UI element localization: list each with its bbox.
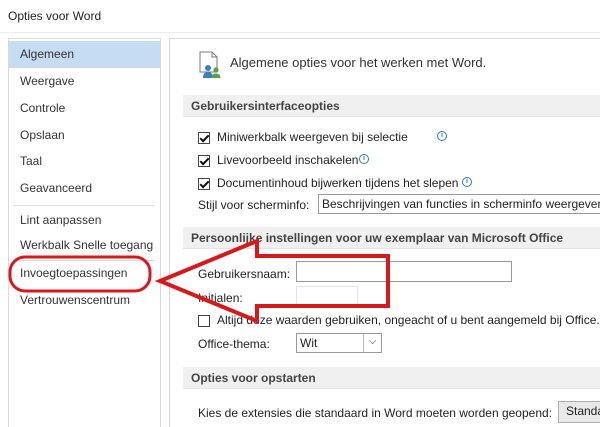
chevron-down-icon: ⌵ (363, 334, 381, 352)
sidebar-item-werkbalk-snelle-toegang[interactable]: Werkbalk Snelle toegang (9, 232, 160, 259)
section-header-personal: Persoonlijke instellingen voor uw exempl… (183, 227, 600, 249)
options-panel: Algemene opties voor het werken met Word… (169, 38, 600, 427)
default-programs-label: Standaardprogramma's (566, 404, 600, 418)
initials-input[interactable] (296, 286, 358, 307)
sidebar-separator (13, 205, 155, 206)
mini-toolbar-checkbox[interactable] (198, 132, 210, 144)
always-use-values-label: Altijd deze waarden gebruiken, ongeacht … (217, 313, 600, 327)
update-content-label: Documentinhoud bijwerken tijdens het sle… (217, 176, 459, 190)
sidebar-item-lint-aanpassen[interactable]: Lint aanpassen (9, 207, 160, 234)
username-input[interactable] (296, 261, 512, 282)
extensions-label: Kies de extensies die standaard in Word … (198, 406, 553, 420)
sidebar-item-invoegtoepassingen[interactable]: Invoegtoepassingen (9, 260, 160, 287)
office-theme-label: Office-thema: (198, 337, 270, 351)
screentip-label: Stijl voor scherminfo: (198, 198, 310, 212)
sidebar-item-algemeen[interactable]: Algemeen (9, 41, 160, 68)
office-theme-value: Wit (300, 336, 318, 350)
window-title: Opties voor Word (8, 9, 102, 23)
section-header-startup: Opties voor opstarten (183, 367, 600, 389)
username-label: Gebruikersnaam: (198, 267, 291, 281)
title-bar: Opties voor Word (0, 0, 600, 33)
sidebar-item-opslaan[interactable]: Opslaan (9, 122, 160, 149)
info-icon: i (437, 131, 447, 141)
always-use-values-checkbox[interactable] (198, 315, 210, 327)
screentip-value: Beschrijvingen van functies in scherminf… (322, 197, 600, 211)
live-preview-checkbox[interactable] (198, 155, 210, 167)
update-content-checkbox[interactable] (198, 178, 210, 190)
category-sidebar: Algemeen Weergave Controle Opslaan Taal … (8, 38, 161, 427)
initials-label: Initialen: (198, 291, 243, 305)
office-theme-select[interactable]: Wit ⌵ (296, 333, 382, 353)
sidebar-item-vertrouwenscentrum[interactable]: Vertrouwenscentrum (9, 287, 160, 314)
default-programs-button[interactable]: Standaardprogramma's (558, 401, 600, 423)
sidebar-item-weergave[interactable]: Weergave (9, 68, 160, 95)
sidebar-item-geavanceerd[interactable]: Geavanceerd (9, 175, 160, 202)
info-icon: i (359, 154, 369, 164)
sidebar-item-controle[interactable]: Controle (9, 95, 160, 122)
page-title: Algemene opties voor het werken met Word… (230, 55, 487, 70)
mini-toolbar-label: Miniwerkbalk weergeven bij selectie (217, 130, 408, 144)
screentip-style-select[interactable]: Beschrijvingen van functies in scherminf… (318, 194, 600, 214)
general-options-icon (199, 51, 221, 78)
section-title: Gebruikersinterfaceopties (191, 99, 340, 113)
sidebar-item-taal[interactable]: Taal (9, 148, 160, 175)
info-icon: i (462, 177, 472, 187)
section-header-ui-options: Gebruikersinterfaceopties (183, 95, 600, 117)
live-preview-label: Livevoorbeeld inschakelen (217, 153, 359, 167)
section-title: Opties voor opstarten (191, 371, 316, 385)
section-title: Persoonlijke instellingen voor uw exempl… (191, 231, 564, 245)
